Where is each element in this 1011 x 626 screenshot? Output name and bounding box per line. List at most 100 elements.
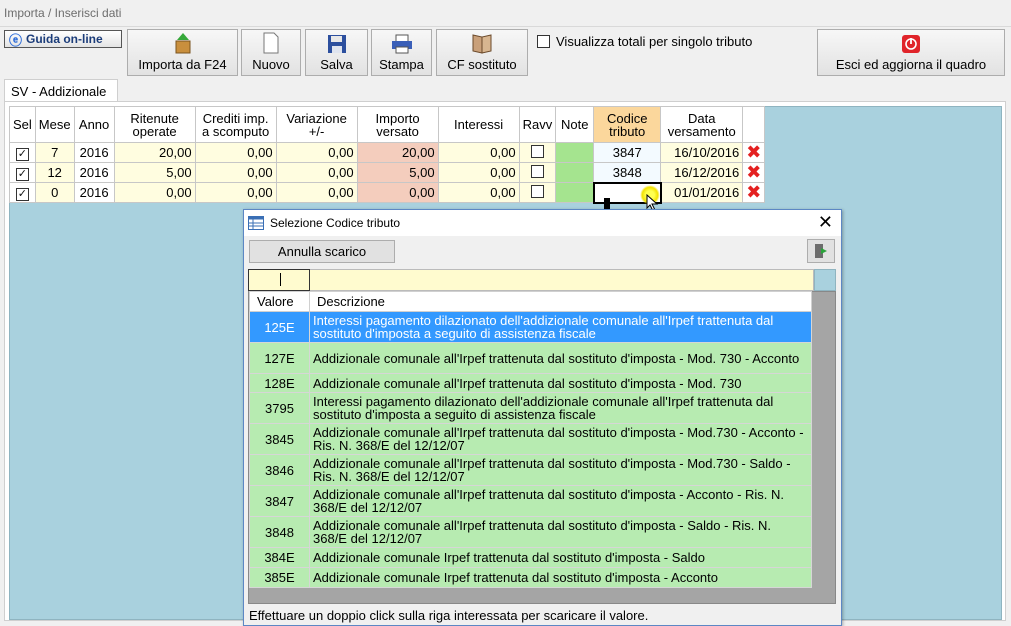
list-item[interactable]: 3848 Addizionale comunale all'Irpef trat… (249, 516, 812, 548)
totali-checkbox-row[interactable]: Visualizza totali per singolo tributo (537, 34, 752, 49)
descrizione-cell[interactable]: Addizionale comunale all'Irpef trattenut… (309, 485, 812, 517)
ritenute-cell[interactable]: 5,00 (113, 162, 196, 183)
sel-cell[interactable]: ✓ (9, 182, 36, 203)
table-row[interactable]: ✓ 12 2016 5,00 0,00 0,00 5,00 0,00 3848 … (9, 162, 766, 183)
list-item[interactable]: 384E Addizionale comunale Irpef trattenu… (249, 547, 812, 568)
ravv-cell[interactable] (518, 162, 557, 183)
descrizione-cell[interactable]: Addizionale comunale all'Irpef trattenut… (309, 454, 812, 486)
ravv-checkbox[interactable] (530, 164, 544, 178)
list-item[interactable]: 125E Interessi pagamento dilazionato del… (249, 311, 812, 343)
descrizione-cell[interactable]: Addizionale comunale all'Irpef trattenut… (309, 373, 812, 393)
ritenute-cell[interactable]: 20,00 (113, 142, 196, 163)
close-icon[interactable]: ✕ (818, 212, 833, 233)
list-item[interactable]: 128E Addizionale comunale all'Irpef trat… (249, 373, 812, 393)
header-variazione[interactable]: Variazione +/- (275, 106, 358, 143)
descrizione-cell[interactable]: Addizionale comunale all'Irpef trattenut… (309, 423, 812, 455)
delete-x-icon[interactable]: ✖ (746, 162, 761, 182)
list-item[interactable]: 385E Addizionale comunale Irpef trattenu… (249, 567, 812, 588)
sel-checkbox[interactable]: ✓ (15, 147, 29, 161)
mese-cell[interactable]: 0 (34, 182, 75, 203)
valore-cell[interactable]: 3847 (249, 485, 310, 517)
sel-cell[interactable]: ✓ (9, 162, 36, 183)
exit-dialog-button[interactable] (807, 239, 835, 263)
list-item[interactable]: 3846 Addizionale comunale all'Irpef trat… (249, 454, 812, 486)
totali-checkbox[interactable] (537, 35, 550, 48)
codice-cell[interactable]: 3847 (593, 142, 662, 163)
sel-cell[interactable]: ✓ (9, 142, 36, 163)
annulla-scarico-button[interactable]: Annulla scarico (249, 240, 395, 263)
note-cell[interactable] (555, 162, 595, 183)
valore-cell[interactable]: 127E (249, 342, 310, 374)
ravv-checkbox[interactable] (530, 144, 544, 158)
list-item[interactable]: 3795 Interessi pagamento dilazionato del… (249, 392, 812, 424)
data-cell[interactable]: 01/01/2016 (660, 182, 744, 203)
list-item[interactable]: 3845 Addizionale comunale all'Irpef trat… (249, 423, 812, 455)
header-anno[interactable]: Anno (73, 106, 115, 143)
col-descrizione[interactable]: Descrizione (309, 291, 812, 312)
sel-checkbox[interactable]: ✓ (15, 167, 29, 181)
crediti-cell[interactable]: 0,00 (194, 182, 277, 203)
anno-cell[interactable]: 2016 (73, 182, 115, 203)
descrizione-cell[interactable]: Addizionale comunale Irpef trattenuta da… (309, 547, 812, 568)
interessi-cell[interactable]: 0,00 (437, 182, 520, 203)
valore-cell[interactable]: 385E (249, 567, 310, 588)
header-note[interactable]: Note (555, 106, 595, 143)
header-ritenute[interactable]: Ritenute operate (113, 106, 196, 143)
header-codice-tributo[interactable]: Codice tributo (593, 106, 662, 143)
variazione-cell[interactable]: 0,00 (275, 182, 358, 203)
anno-cell[interactable]: 2016 (73, 162, 115, 183)
descrizione-cell[interactable]: Interessi pagamento dilazionato dell'add… (309, 311, 812, 343)
note-cell[interactable] (555, 182, 595, 203)
sel-checkbox[interactable]: ✓ (15, 187, 29, 201)
variazione-cell[interactable]: 0,00 (275, 142, 358, 163)
header-ravv[interactable]: Ravv (518, 106, 557, 143)
mese-cell[interactable]: 12 (34, 162, 75, 183)
valore-cell[interactable]: 125E (249, 311, 310, 343)
variazione-cell[interactable]: 0,00 (275, 162, 358, 183)
header-sel[interactable]: Sel (9, 106, 36, 143)
delete-cell[interactable]: ✖ (742, 142, 766, 163)
ravv-cell[interactable] (518, 142, 557, 163)
list-item[interactable]: 127E Addizionale comunale all'Irpef trat… (249, 342, 812, 374)
valore-cell[interactable]: 3845 (249, 423, 310, 455)
ritenute-cell[interactable]: 0,00 (113, 182, 196, 203)
delete-cell[interactable]: ✖ (742, 162, 766, 183)
data-cell[interactable]: 16/12/2016 (660, 162, 744, 183)
descrizione-cell[interactable]: Addizionale comunale all'Irpef trattenut… (309, 342, 812, 374)
ravv-cell[interactable] (518, 182, 557, 203)
descrizione-cell[interactable]: Addizionale comunale Irpef trattenuta da… (309, 567, 812, 588)
valore-cell[interactable]: 3846 (249, 454, 310, 486)
list-item[interactable]: 3847 Addizionale comunale all'Irpef trat… (249, 485, 812, 517)
esci-aggiorna-button[interactable]: Esci ed aggiorna il quadro (817, 29, 1005, 76)
delete-x-icon[interactable]: ✖ (746, 182, 761, 202)
valore-cell[interactable]: 3795 (249, 392, 310, 424)
importa-f24-button[interactable]: Importa da F24 (127, 29, 238, 76)
note-cell[interactable] (555, 142, 595, 163)
table-row[interactable]: ✓ 7 2016 20,00 0,00 0,00 20,00 0,00 3847… (9, 142, 766, 163)
crediti-cell[interactable]: 0,00 (194, 142, 277, 163)
valore-cell[interactable]: 384E (249, 547, 310, 568)
header-mese[interactable]: Mese (34, 106, 75, 143)
descrizione-cell[interactable]: Addizionale comunale all'Irpef trattenut… (309, 516, 812, 548)
data-cell[interactable]: 16/10/2016 (660, 142, 744, 163)
header-importo[interactable]: Importo versato (356, 106, 439, 143)
ravv-checkbox[interactable] (530, 184, 544, 198)
delete-x-icon[interactable]: ✖ (746, 142, 761, 162)
cf-sostituto-button[interactable]: CF sostituto (436, 29, 528, 76)
salva-button[interactable]: Salva (305, 29, 368, 76)
header-data-versamento[interactable]: Data versamento (660, 106, 744, 143)
crediti-cell[interactable]: 0,00 (194, 162, 277, 183)
nuovo-button[interactable]: Nuovo (241, 29, 301, 76)
delete-cell[interactable]: ✖ (742, 182, 766, 203)
valore-cell[interactable]: 3848 (249, 516, 310, 548)
interessi-cell[interactable]: 0,00 (437, 162, 520, 183)
valore-cell[interactable]: 128E (249, 373, 310, 393)
header-interessi[interactable]: Interessi (437, 106, 520, 143)
header-crediti[interactable]: Crediti imp. a scomputo (194, 106, 277, 143)
filter-input[interactable] (248, 269, 310, 291)
stampa-button[interactable]: Stampa (371, 29, 432, 76)
tab-sv-addizionale[interactable]: SV - Addizionale (4, 79, 118, 102)
anno-cell[interactable]: 2016 (73, 142, 115, 163)
filter-row[interactable] (248, 269, 814, 291)
interessi-cell[interactable]: 0,00 (437, 142, 520, 163)
